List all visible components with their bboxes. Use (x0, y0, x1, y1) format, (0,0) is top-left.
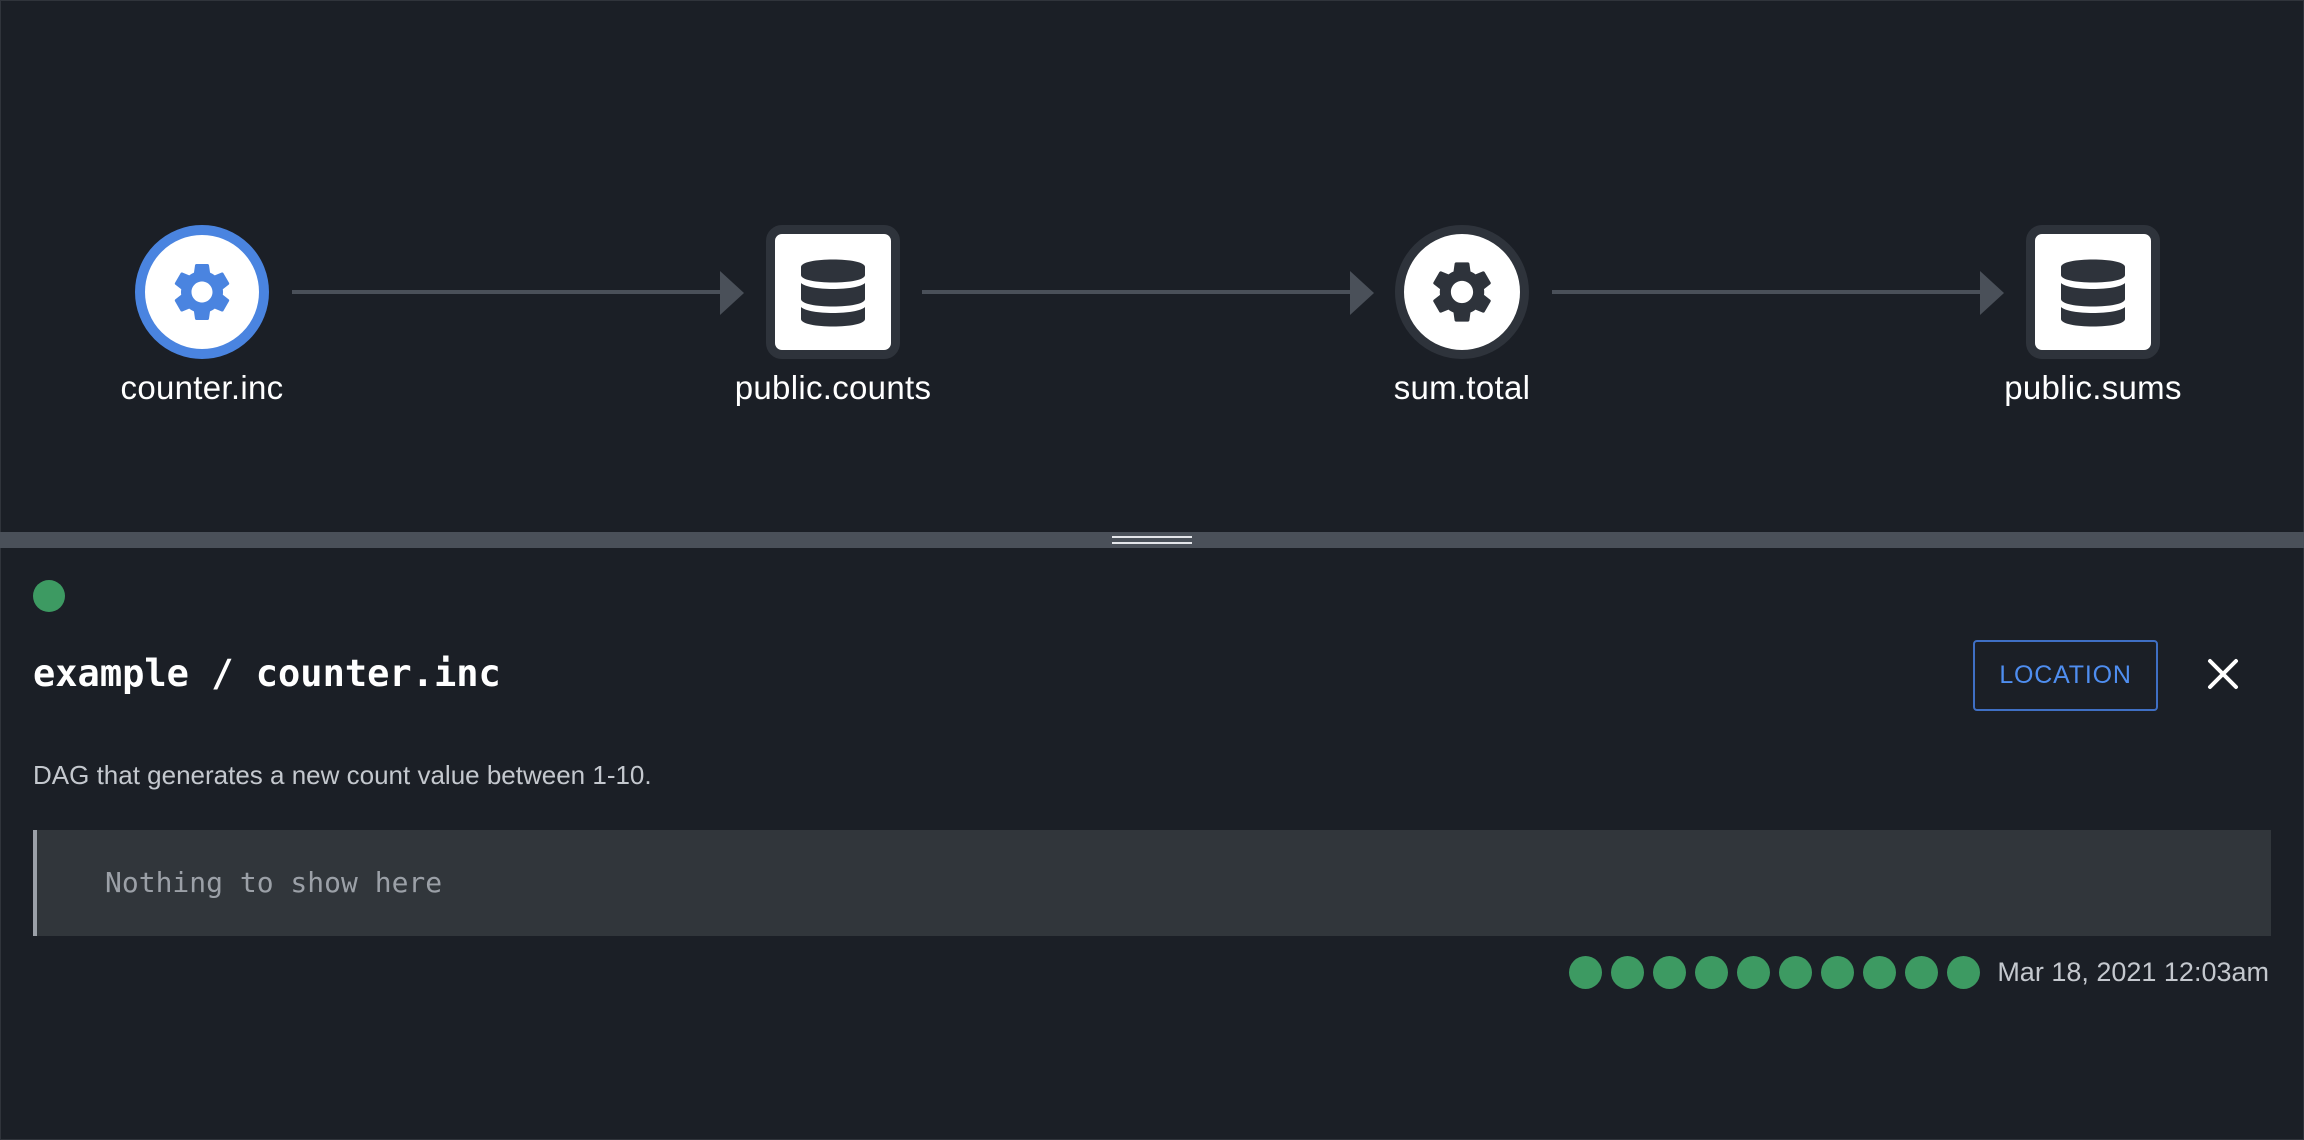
run-status-dot[interactable] (1653, 956, 1687, 989)
run-status-dot[interactable] (1821, 956, 1855, 989)
run-status-dot[interactable] (1611, 956, 1645, 989)
graph-node-sum-total[interactable] (1395, 225, 1529, 359)
run-status-dot[interactable] (1737, 956, 1771, 989)
close-button[interactable] (2201, 654, 2245, 698)
edge-arrowhead (1350, 271, 1374, 315)
run-status-dot[interactable] (1569, 956, 1603, 989)
edge-public-counts-to-sum-total (922, 290, 1354, 294)
run-history: Mar 18, 2021 12:03am (1569, 956, 2269, 989)
run-status-dot[interactable] (1695, 956, 1729, 989)
location-button[interactable]: LOCATION (1973, 640, 2158, 711)
edge-counter-inc-to-public-counts (292, 290, 724, 294)
edge-sum-total-to-public-sums (1552, 290, 1984, 294)
graph-node-counter-inc[interactable] (135, 225, 269, 359)
last-run-timestamp: Mar 18, 2021 12:03am (1997, 957, 2269, 987)
run-status-dot[interactable] (1947, 956, 1981, 989)
close-icon (2207, 658, 2239, 695)
node-label-public-counts: public.counts (734, 369, 932, 406)
database-icon (799, 253, 867, 331)
run-status-dot[interactable] (1779, 956, 1813, 989)
gear-icon (167, 257, 237, 327)
node-label-counter-inc: counter.inc (120, 369, 284, 406)
lineage-graph: counter.inc public.counts sum.total publ… (0, 0, 2304, 532)
node-label-public-sums: public.sums (2004, 369, 2182, 406)
job-description: DAG that generates a new count value bet… (33, 760, 652, 790)
drag-handle-icon[interactable] (1112, 536, 1192, 544)
database-icon (2059, 253, 2127, 331)
edge-arrowhead (720, 271, 744, 315)
status-indicator (33, 580, 65, 612)
empty-state-text: Nothing to show here (105, 866, 443, 899)
job-title: example / counter.inc (33, 652, 501, 695)
job-info-blockquote: Nothing to show here (33, 830, 2271, 936)
run-status-dot[interactable] (1905, 956, 1939, 989)
job-details-panel: example / counter.inc LOCATION DAG that … (0, 548, 2304, 1140)
run-status-dot[interactable] (1863, 956, 1897, 989)
node-label-sum-total: sum.total (1393, 369, 1531, 406)
graph-node-public-sums[interactable] (2026, 225, 2160, 359)
gear-icon (1425, 255, 1499, 329)
edge-arrowhead (1980, 271, 2004, 315)
panel-resize-bar[interactable] (0, 532, 2304, 548)
graph-node-public-counts[interactable] (766, 225, 900, 359)
